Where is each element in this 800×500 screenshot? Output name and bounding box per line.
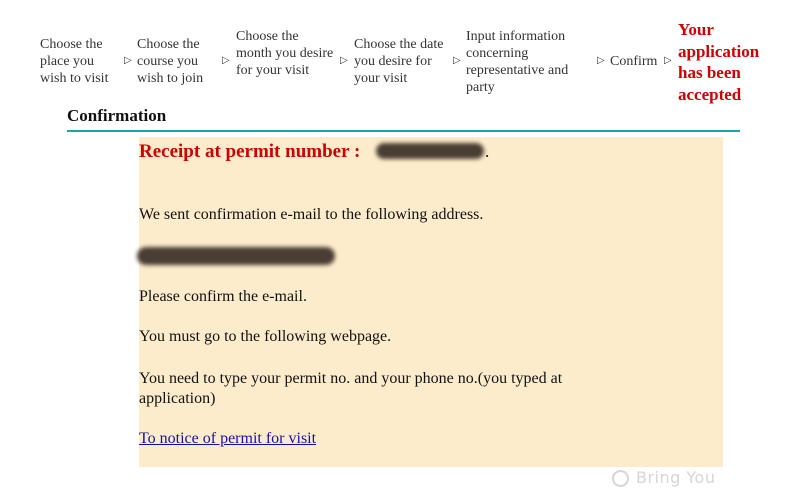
confirm-email-message: Please confirm the e-mail. <box>139 288 307 305</box>
redacted-email-address <box>137 247 335 265</box>
goto-webpage-message: You must go to the following webpage. <box>139 328 392 345</box>
step-arrow-icon: ▷ <box>124 55 132 66</box>
type-info-message: You need to type your permit no. and you… <box>139 370 563 407</box>
step-arrow-icon: ▷ <box>597 55 605 66</box>
email-sent-message: We sent confirmation e-mail to the follo… <box>139 206 484 223</box>
step-choose-month: Choose the month you desire for your vis… <box>236 29 334 78</box>
step-arrow-icon: ▷ <box>340 55 348 66</box>
step-accepted: Your application has been accepted <box>678 20 760 104</box>
step-arrow-icon: ▷ <box>222 55 230 66</box>
step-arrow-icon: ▷ <box>453 55 461 66</box>
watermark-text: Bring You <box>636 468 716 487</box>
step-input-information: Input information concerning representat… <box>466 29 569 95</box>
permit-notice-link[interactable]: To notice of permit for visit <box>139 429 316 449</box>
step-choose-course: Choose the course you wish to join <box>137 37 204 86</box>
receipt-heading: Receipt at permit number : <box>139 141 361 162</box>
page-title: Confirmation <box>67 106 167 125</box>
step-confirm: Confirm <box>610 54 658 69</box>
receipt-suffix: . <box>485 142 490 161</box>
title-divider <box>67 130 740 132</box>
step-arrow-icon: ▷ <box>664 55 672 66</box>
redacted-permit-number <box>376 143 484 159</box>
step-choose-date: Choose the date you desire for your visi… <box>354 37 444 86</box>
watermark-circle-icon <box>612 470 629 487</box>
progress-steps: Choose the place you wish to visit ▷ Cho… <box>0 0 800 110</box>
step-choose-place: Choose the place you wish to visit <box>40 37 109 86</box>
